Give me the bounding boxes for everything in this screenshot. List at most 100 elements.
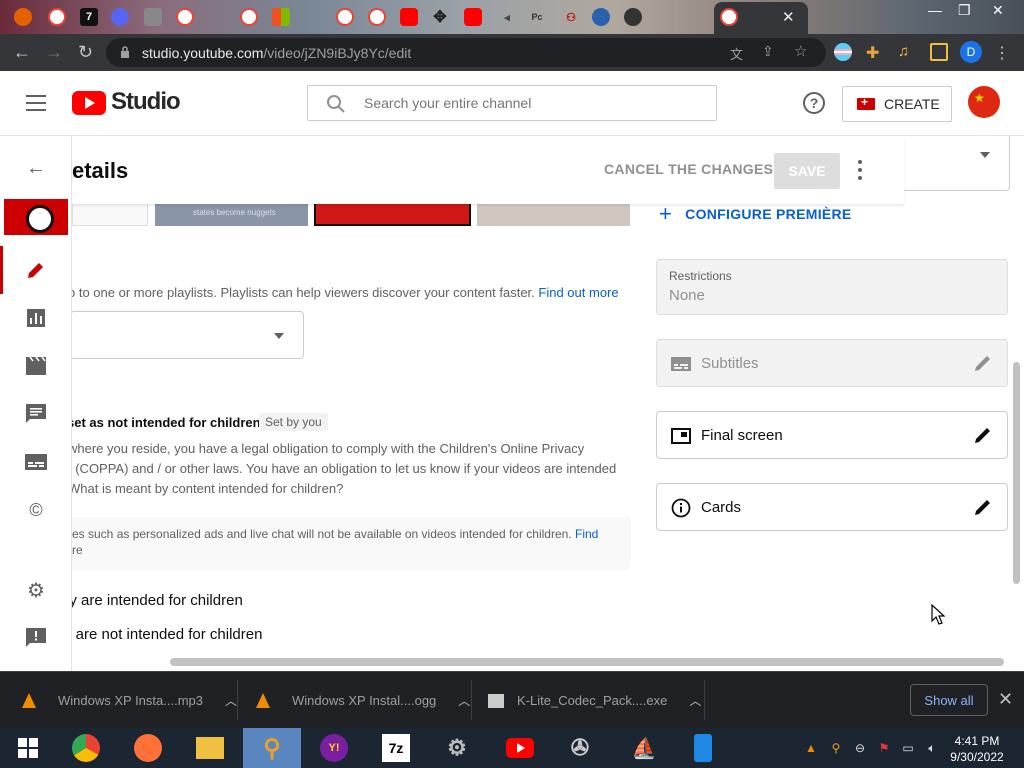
comments-icon[interactable] <box>24 402 48 426</box>
vertical-scrollbar[interactable] <box>1013 362 1020 584</box>
translate-icon[interactable]: 文 <box>730 44 743 63</box>
media-reel-icon[interactable]: ✇ <box>566 734 594 762</box>
create-button[interactable]: CREATE <box>842 86 952 122</box>
file-explorer-icon[interactable] <box>196 737 224 759</box>
browser-menu-icon[interactable]: ⋮ <box>994 43 1012 62</box>
yahoo-icon[interactable]: Y! <box>320 734 348 762</box>
settings-gear-icon[interactable]: ⚙ <box>24 578 48 602</box>
google-icon[interactable] <box>368 8 386 26</box>
flag-tray-icon[interactable]: ⚑ <box>877 741 891 755</box>
pc-icon[interactable]: Pc <box>528 8 546 26</box>
horizontal-scrollbar[interactable] <box>170 658 1004 666</box>
clock-time[interactable]: 4:41 PM <box>951 734 1003 748</box>
edit-pencil-icon[interactable] <box>973 425 993 445</box>
playlist-find-out-more-link[interactable]: Find out more <box>538 285 618 300</box>
firefox-taskbar-icon[interactable] <box>134 734 162 762</box>
restore-icon[interactable]: ❐ <box>958 2 971 19</box>
discord-icon[interactable] <box>111 8 129 26</box>
radio-intended-for-children[interactable]: ey are intended for children <box>72 592 243 609</box>
globe-icon[interactable] <box>592 8 610 26</box>
search-magnifier-icon[interactable]: ⚲ <box>258 734 286 762</box>
note-find-link[interactable]: Find <box>575 527 598 541</box>
game-icon[interactable]: ⚇ <box>562 8 580 26</box>
app-taskbar-icon[interactable] <box>694 734 712 762</box>
search-tray-icon[interactable]: ⚲ <box>829 741 843 755</box>
analytics-icon[interactable] <box>24 306 48 330</box>
bookmark-star-icon[interactable]: ☆ <box>794 42 807 60</box>
minus-tray-icon[interactable]: ⊖ <box>853 741 867 755</box>
youtube-icon[interactable] <box>464 8 482 26</box>
radio-not-intended-for-children[interactable]: y are not intended for children <box>72 626 262 643</box>
channel-search-box[interactable] <box>307 85 717 121</box>
channel-avatar[interactable] <box>968 86 1000 118</box>
forward-icon[interactable]: → <box>45 42 63 62</box>
game-taskbar-icon[interactable]: ⛵ <box>630 734 658 762</box>
google-icon[interactable] <box>336 8 354 26</box>
back-icon[interactable]: ← <box>13 42 31 62</box>
copyright-icon[interactable]: © <box>24 498 48 522</box>
youtube-taskbar-icon[interactable] <box>506 734 534 762</box>
address-bar[interactable]: studio.youtube.com/video/jZN9iBJy8Yc/edi… <box>106 38 826 67</box>
profile-avatar[interactable]: D <box>960 41 982 63</box>
thumbnail-option[interactable] <box>72 204 148 226</box>
edit-pencil-icon[interactable] <box>973 353 993 373</box>
save-button[interactable]: SAVE <box>774 153 840 189</box>
microsoft-icon[interactable] <box>272 8 290 26</box>
feedback-icon[interactable] <box>24 626 48 650</box>
chevron-up-icon[interactable]: ︿ <box>225 692 237 709</box>
search-input[interactable] <box>364 95 704 111</box>
download-item[interactable]: K-Lite_Codec_Pack....exe ︿ <box>488 672 701 729</box>
chrome-taskbar-icon[interactable] <box>72 734 100 762</box>
move-icon[interactable]: ✥ <box>431 8 449 26</box>
playlist-dropdown[interactable] <box>72 311 304 359</box>
windows-start-icon[interactable] <box>14 734 42 762</box>
content-for-children-link[interactable]: What is meant by content intended for ch… <box>72 481 343 496</box>
cancel-changes-button[interactable]: CANCEL THE CHANGES <box>604 161 773 177</box>
firefox-icon[interactable] <box>14 8 32 26</box>
network-tray-icon[interactable]: ▭ <box>901 741 915 755</box>
vlc-tray-icon[interactable]: ▲ <box>804 741 818 755</box>
note-more-link[interactable]: re <box>72 543 83 557</box>
share-icon[interactable]: ⇪ <box>762 43 774 60</box>
show-all-button[interactable]: Show all <box>910 684 988 716</box>
configure-premiere-button[interactable]: + CONFIGURE PREMIÈRE <box>659 203 852 225</box>
github-icon[interactable] <box>624 8 642 26</box>
thumbnail-option[interactable] <box>477 204 630 226</box>
help-icon[interactable]: ? <box>803 92 825 114</box>
audio-icon[interactable]: ◂ <box>498 8 516 26</box>
page-icon[interactable] <box>144 8 162 26</box>
clock-date[interactable]: 9/30/2022 <box>948 750 1006 764</box>
studio-logo-text[interactable]: Studio <box>111 88 181 116</box>
tab-close-icon[interactable]: ✕ <box>782 8 795 26</box>
subtitles-card[interactable]: Subtitles <box>656 339 1008 387</box>
settings-gear-taskbar-icon[interactable]: ⚙ <box>443 734 471 762</box>
minimize-icon[interactable]: — <box>928 2 942 18</box>
hamburger-menu-icon[interactable] <box>26 95 46 111</box>
youtube-logo-icon[interactable] <box>72 91 106 115</box>
download-item[interactable]: Windows XP Instal....ogg ︿ <box>256 672 470 729</box>
cards-card[interactable]: Cards <box>656 483 1008 531</box>
back-arrow-icon[interactable]: ← <box>24 156 48 180</box>
seven-zip-icon[interactable]: 7z <box>382 734 410 762</box>
extension-flag-icon[interactable] <box>834 43 852 61</box>
google-icon[interactable] <box>240 8 258 26</box>
download-item[interactable]: Windows XP Insta....mp3 ︿ <box>22 672 237 729</box>
thumbnail-option-selected[interactable] <box>314 204 471 226</box>
details-pencil-icon[interactable] <box>24 258 48 282</box>
active-tab[interactable]: ✕ <box>714 2 808 34</box>
media-control-icon[interactable]: ♫ <box>898 43 916 61</box>
google-icon[interactable] <box>176 8 194 26</box>
more-options-icon[interactable] <box>854 158 866 182</box>
close-downloads-icon[interactable]: ✕ <box>998 689 1013 710</box>
edit-pencil-icon[interactable] <box>973 497 993 517</box>
window-close-icon[interactable]: ✕ <box>992 2 1004 19</box>
reload-icon[interactable]: ↻ <box>78 42 93 62</box>
chevron-up-icon[interactable]: ︿ <box>689 692 701 709</box>
thumbnail-option[interactable]: states become nuggets <box>155 204 308 226</box>
final-screen-card[interactable]: Final screen <box>656 411 1008 459</box>
google-chrome-icon[interactable] <box>48 8 66 26</box>
youtube-icon[interactable] <box>400 8 418 26</box>
extension-puzzle-icon[interactable]: ✚ <box>866 43 884 62</box>
volume-tray-icon[interactable]: 🔈︎ <box>925 741 939 755</box>
editor-clapper-icon[interactable] <box>24 354 48 378</box>
